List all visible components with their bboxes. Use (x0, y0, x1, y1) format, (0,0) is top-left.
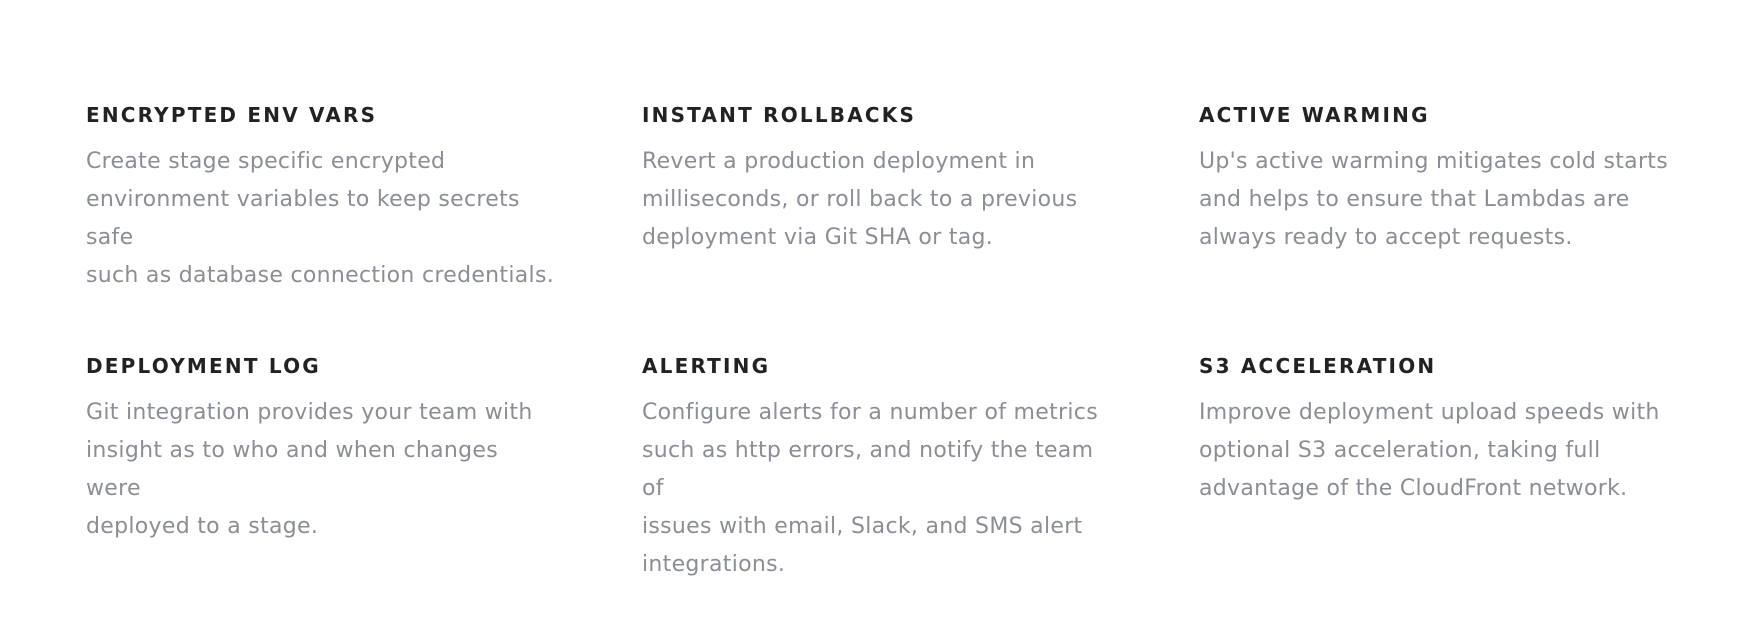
feature-deployment-log: DEPLOYMENT LOG Git integration provides … (86, 354, 556, 546)
feature-title: INSTANT ROLLBACKS (642, 103, 917, 127)
feature-description: Up's active warming mitigates cold start… (1199, 149, 1668, 250)
feature-alerting: ALERTING Configure alerts for a number o… (642, 354, 1112, 584)
feature-description: Create stage specific encrypted environm… (86, 149, 554, 288)
feature-s3-acceleration: S3 ACCELERATION Improve deployment uploa… (1199, 354, 1669, 508)
feature-title: ACTIVE WARMING (1199, 103, 1430, 127)
feature-title: ENCRYPTED ENV VARS (86, 103, 378, 127)
feature-active-warming: ACTIVE WARMING Up's active warming mitig… (1199, 103, 1669, 257)
feature-title: DEPLOYMENT LOG (86, 354, 321, 378)
features-grid: ENCRYPTED ENV VARS Create stage specific… (0, 0, 1750, 618)
feature-description: Configure alerts for a number of metrics… (642, 400, 1098, 577)
feature-description: Git integration provides your team with … (86, 400, 533, 539)
feature-description: Improve deployment upload speeds with op… (1199, 400, 1660, 501)
feature-encrypted-env-vars: ENCRYPTED ENV VARS Create stage specific… (86, 103, 556, 295)
feature-title: S3 ACCELERATION (1199, 354, 1437, 378)
feature-instant-rollbacks: INSTANT ROLLBACKS Revert a production de… (642, 103, 1112, 257)
feature-description: Revert a production deployment in millis… (642, 149, 1078, 250)
feature-title: ALERTING (642, 354, 771, 378)
